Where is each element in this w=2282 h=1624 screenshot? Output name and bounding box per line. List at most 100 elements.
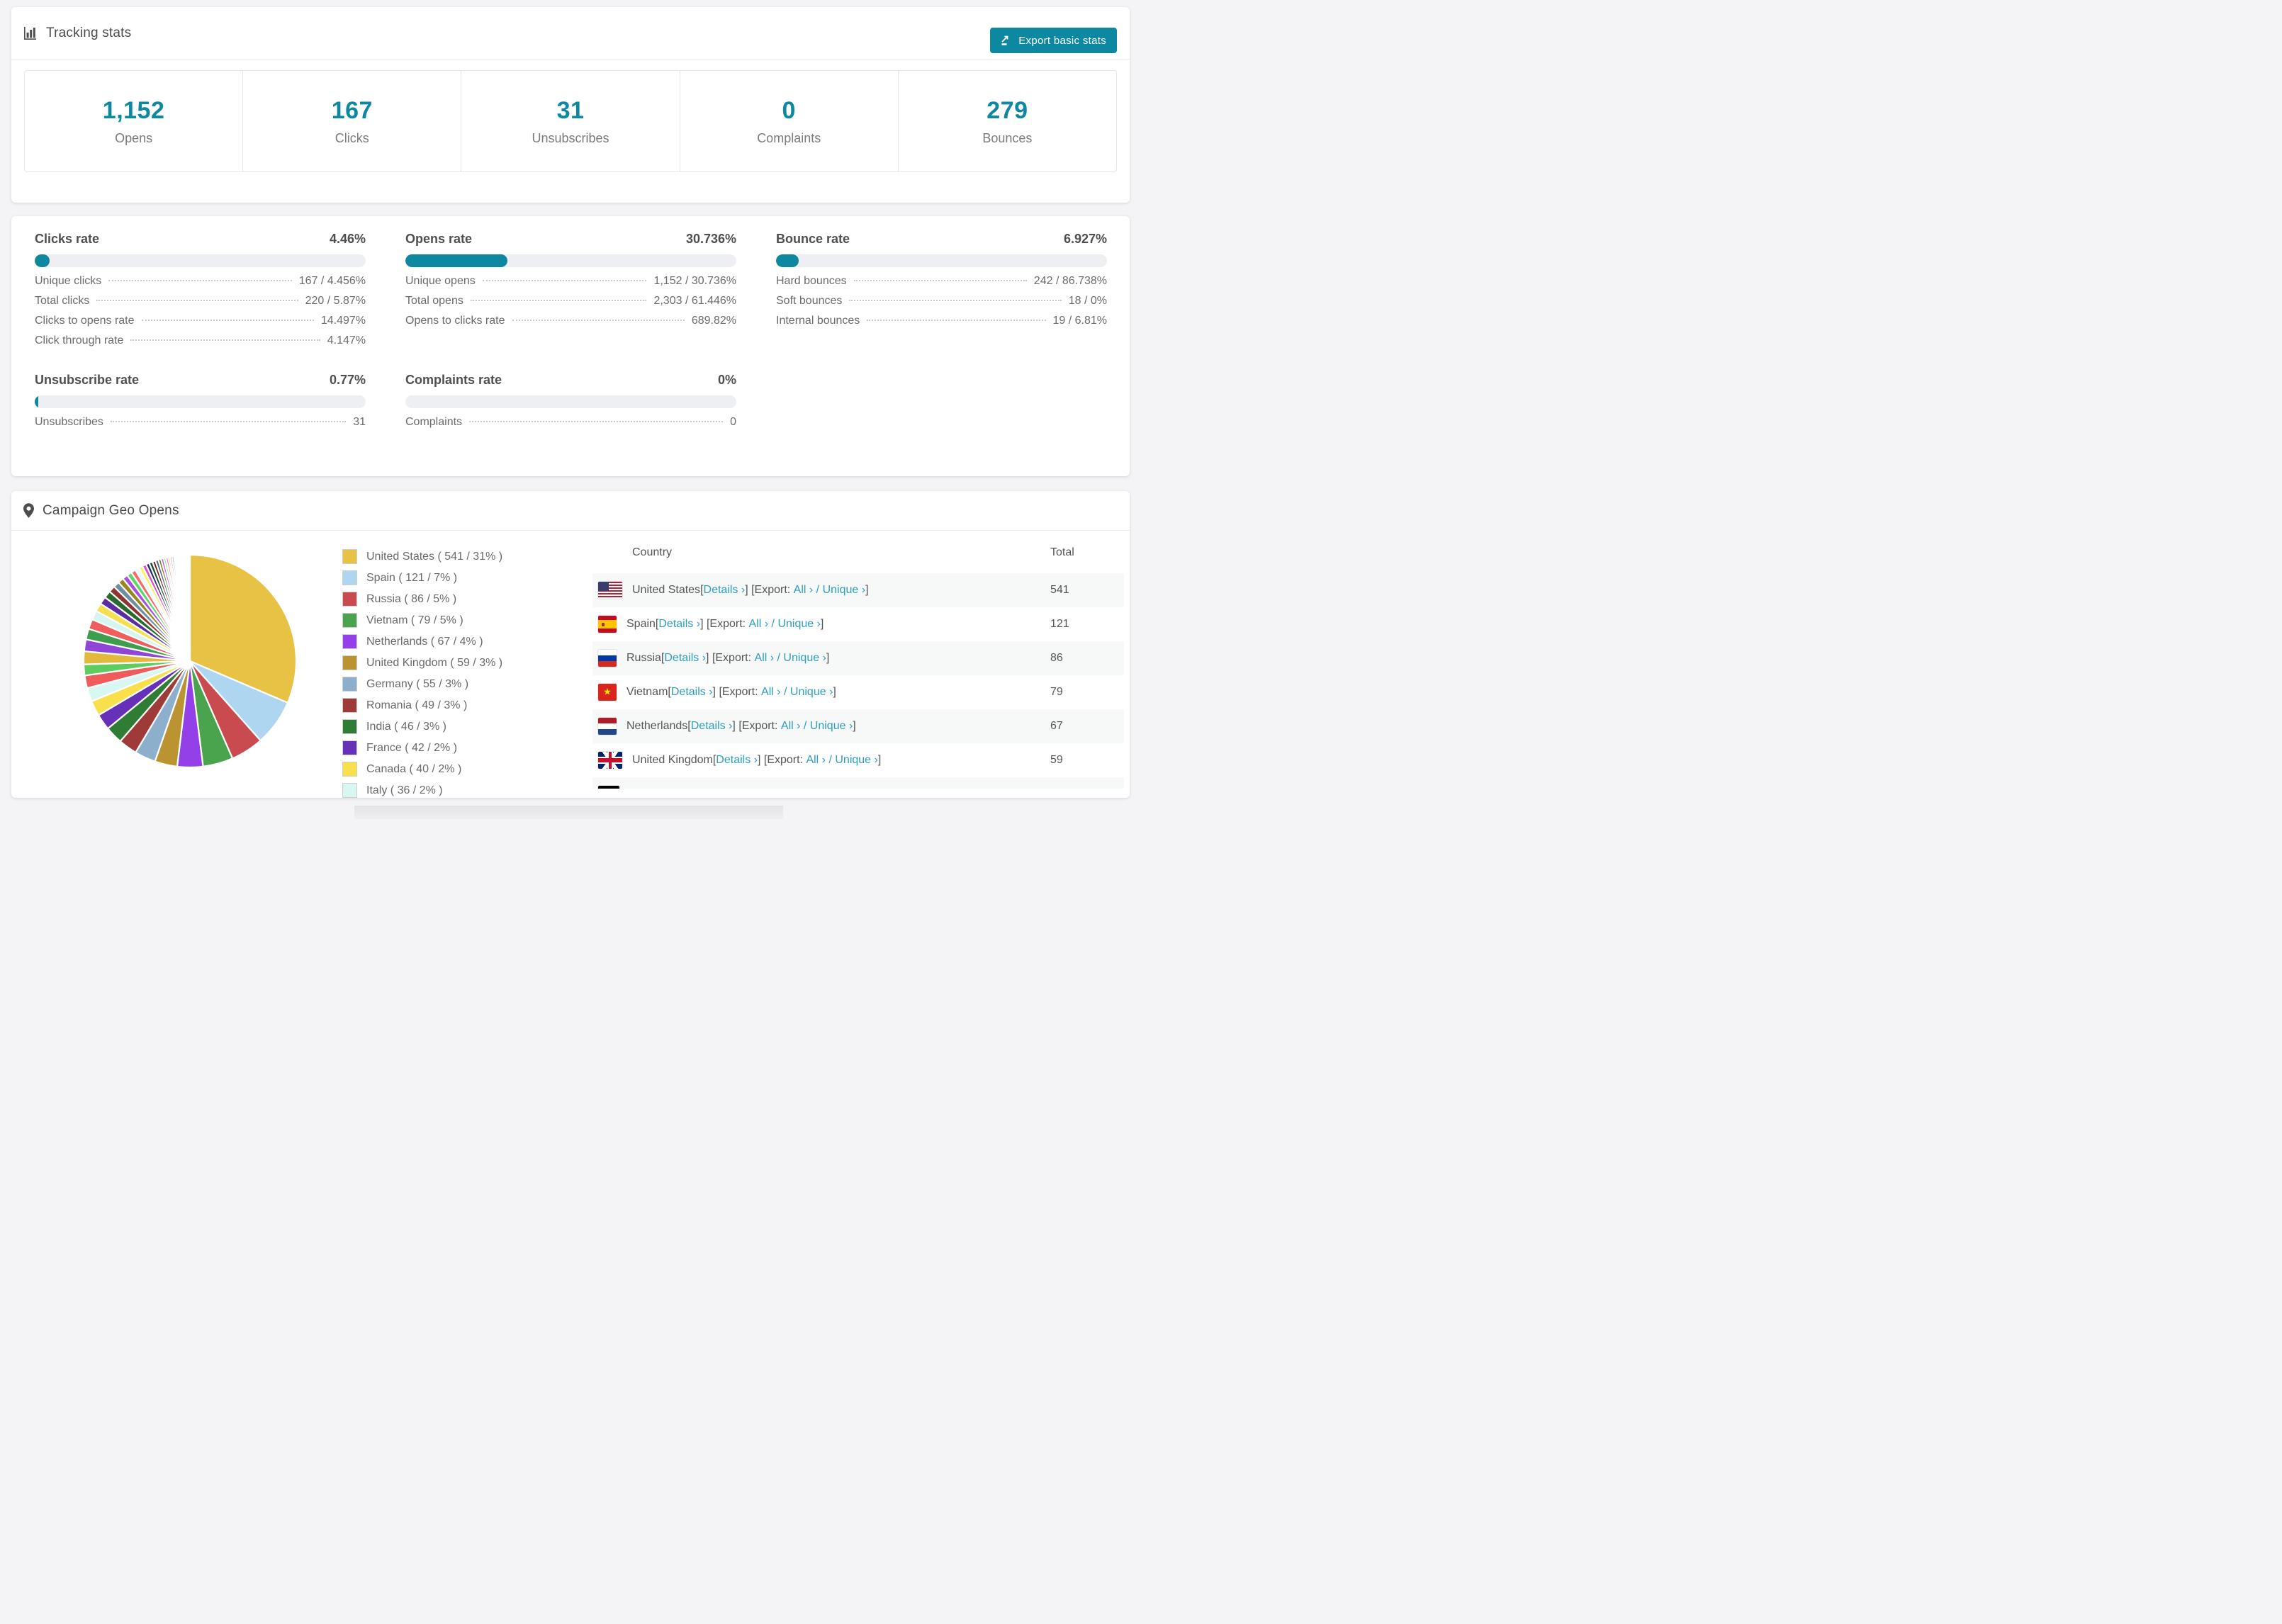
gb-flag-icon: [598, 752, 622, 769]
metric-label: Unique opens: [405, 275, 476, 287]
legend-swatch: [342, 719, 357, 734]
export-all-link[interactable]: All ›: [749, 618, 769, 631]
stat-value: 31: [556, 96, 585, 124]
export-unique-link[interactable]: Unique ›: [783, 652, 826, 665]
dotted-leader: [130, 339, 320, 341]
rates-grid: Clicks rate 4.46% Unique clicks 167 / 4.456…: [35, 232, 1107, 429]
legend-item-netherlands[interactable]: Netherlands ( 67 / 4% ): [342, 634, 576, 649]
details-link[interactable]: Details ›: [671, 686, 713, 699]
bracket: ]: [732, 720, 739, 732]
metric-row: Hard bounces 242 / 86.738%: [776, 274, 1107, 288]
metric-rows: Complaints 0: [405, 415, 736, 429]
rate-block-unsubscribe-rate: Unsubscribe rate 0.77% Unsubscribes 31: [35, 373, 366, 429]
dotted-leader: [470, 300, 647, 301]
legend-item-vietnam[interactable]: Vietnam ( 79 / 5% ): [342, 613, 576, 628]
legend-item-canada[interactable]: Canada ( 40 / 2% ): [342, 762, 576, 777]
export-all-link[interactable]: All ›: [761, 686, 781, 699]
legend-label: Spain ( 121 / 7% ): [366, 571, 458, 584]
metric-row: Complaints 0: [405, 415, 736, 429]
table-row-gb: United Kingdom [Details ›] [Export: All …: [592, 743, 1124, 777]
export-prefix: [Export:: [712, 652, 755, 664]
dotted-leader: [482, 280, 647, 281]
export-unique-link[interactable]: Unique ›: [798, 788, 841, 789]
export-basic-stats-button[interactable]: Export basic stats: [990, 28, 1117, 53]
stat-label: Opens: [115, 130, 153, 145]
rate-title: Bounce rate: [776, 232, 850, 246]
bracket: ]: [700, 618, 707, 630]
export-all-link[interactable]: All ›: [781, 720, 801, 733]
dotted-leader: [512, 320, 685, 321]
rate-title-row: Unsubscribe rate 0.77%: [35, 373, 366, 388]
legend-item-india[interactable]: India ( 46 / 3% ): [342, 719, 576, 734]
export-all-link[interactable]: All ›: [755, 652, 775, 665]
rate-title-row: Clicks rate 4.46%: [35, 232, 366, 247]
stat-value: 1,152: [102, 96, 165, 124]
legend-swatch: [342, 613, 357, 628]
metric-label: Click through rate: [35, 334, 124, 346]
legend-swatch: [342, 549, 357, 564]
rate-block-complaints-rate: Complaints rate 0% Complaints 0: [405, 373, 736, 429]
metric-label: Internal bounces: [776, 315, 860, 327]
geo-pie-chart[interactable]: [79, 551, 300, 772]
metric-rows: Hard bounces 242 / 86.738% Soft bounces 18 …: [776, 274, 1107, 327]
legend-swatch: [342, 740, 357, 755]
export-unique-link[interactable]: Unique ›: [810, 720, 853, 733]
legend-item-germany[interactable]: Germany ( 55 / 3% ): [342, 677, 576, 692]
rate-title: Complaints rate: [405, 373, 502, 387]
table-row-nl: Netherlands [Details ›] [Export: All › /…: [592, 709, 1124, 743]
export-all-link[interactable]: All ›: [806, 754, 826, 767]
legend-item-spain[interactable]: Spain ( 121 / 7% ): [342, 570, 576, 585]
legend-swatch: [342, 783, 357, 798]
legend-item-romania[interactable]: Romania ( 49 / 3% ): [342, 698, 576, 713]
metric-row: Unique clicks 167 / 4.456%: [35, 274, 366, 288]
legend-item-united-states[interactable]: United States ( 541 / 31% ): [342, 549, 576, 564]
details-link[interactable]: Details ›: [704, 584, 746, 597]
bracket: ]: [745, 584, 752, 596]
column-header-total: Total: [1050, 546, 1074, 558]
details-link[interactable]: Details ›: [664, 652, 706, 665]
legend-item-russia[interactable]: Russia ( 86 / 5% ): [342, 592, 576, 607]
legend-item-france[interactable]: France ( 42 / 2% ): [342, 740, 576, 755]
bracket: ]: [841, 788, 844, 789]
details-link[interactable]: Details ›: [691, 720, 733, 733]
legend-item-italy[interactable]: Italy ( 36 / 2% ): [342, 783, 576, 798]
progress-fill: [35, 395, 38, 408]
details-link[interactable]: Details ›: [679, 788, 721, 789]
stat-label: Unsubscribes: [532, 130, 609, 145]
export-all-link[interactable]: All ›: [794, 584, 814, 597]
metric-value: 31: [353, 416, 366, 428]
export-unique-link[interactable]: Unique ›: [777, 618, 820, 631]
progress-track: [776, 254, 1107, 267]
stat-label: Bounces: [982, 130, 1033, 145]
export-unique-link[interactable]: Unique ›: [823, 584, 865, 597]
legend-label: France ( 42 / 2% ): [366, 741, 458, 754]
metric-label: Clicks to opens rate: [35, 315, 135, 327]
details-link[interactable]: Details ›: [658, 618, 700, 631]
bracket: ]: [721, 788, 727, 789]
metric-row: Unique opens 1,152 / 30.736%: [405, 274, 736, 288]
stat-value: 0: [782, 96, 796, 124]
metric-value: 4.147%: [327, 334, 366, 346]
country-cell: Germany [Details ›] [Export: All › / Uni…: [592, 786, 1050, 789]
export-prefix: [Export:: [706, 618, 749, 630]
export-all-link[interactable]: All ›: [769, 788, 789, 789]
stat-cell-clicks: 167 Clicks: [243, 71, 462, 171]
pie-slice-61[interactable]: [189, 553, 191, 662]
export-unique-link[interactable]: Unique ›: [790, 686, 833, 699]
es-flag-icon: [598, 616, 617, 633]
metric-value: 1,152 / 30.736%: [653, 275, 736, 287]
tracking-stats-header: Tracking stats: [11, 7, 1130, 60]
total-value: 541: [1050, 584, 1069, 596]
rate-title-row: Opens rate 30.736%: [405, 232, 736, 247]
details-link[interactable]: Details ›: [716, 754, 758, 767]
export-unique-link[interactable]: Unique ›: [835, 754, 877, 767]
page-bottom-shade: [354, 806, 783, 819]
rate-value: 0.77%: [329, 373, 366, 387]
legend-label: Germany ( 55 / 3% ): [366, 677, 469, 690]
legend-item-united-kingdom[interactable]: United Kingdom ( 59 / 3% ): [342, 655, 576, 670]
legend-label: Italy ( 36 / 2% ): [366, 784, 443, 796]
country-name: Spain: [626, 618, 656, 630]
map-pin-icon: [23, 503, 34, 518]
progress-fill: [776, 254, 799, 267]
country-cell: United States [Details ›] [Export: All ›…: [592, 582, 1050, 599]
